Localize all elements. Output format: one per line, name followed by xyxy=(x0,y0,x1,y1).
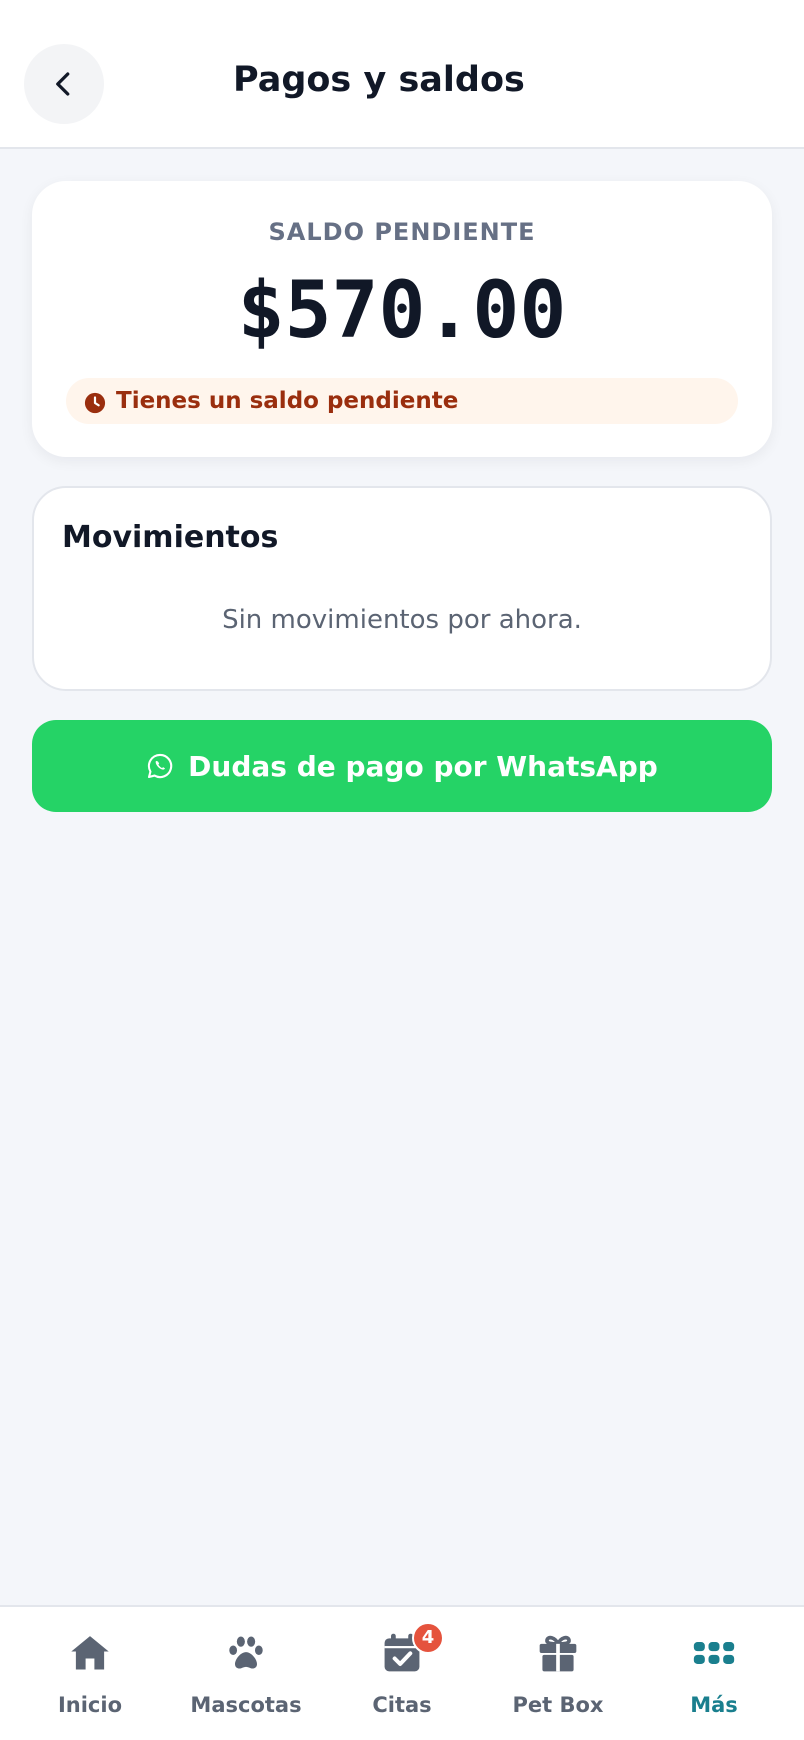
movements-empty-state: Sin movimientos por ahora. xyxy=(222,605,582,635)
movements-title: Movimientos xyxy=(62,520,279,555)
balance-card: SALDO PENDIENTE $570.00 Tienes un saldo … xyxy=(32,181,772,457)
back-button[interactable] xyxy=(24,44,104,124)
nav-label: Más xyxy=(690,1693,738,1717)
grid-icon xyxy=(693,1642,735,1664)
movements-card: Movimientos Sin movimientos por ahora. xyxy=(32,486,772,691)
nav-label: Mascotas xyxy=(190,1693,302,1717)
balance-label: SALDO PENDIENTE xyxy=(268,218,536,246)
chevron-left-icon xyxy=(56,72,70,96)
pending-notice-text: Tienes un saldo pendiente xyxy=(116,388,459,414)
whatsapp-icon xyxy=(148,753,173,779)
bottom-navigation: Inicio Mascotas 4 Citas Pet Box Más xyxy=(0,1605,804,1740)
app-header: Pagos y saldos xyxy=(0,0,804,149)
nav-item-inicio[interactable]: Inicio xyxy=(12,1607,168,1740)
notification-badge: 4 xyxy=(412,1622,444,1654)
nav-item-pet-box[interactable]: Pet Box xyxy=(480,1607,636,1740)
balance-amount: $570.00 xyxy=(237,266,567,356)
nav-label: Citas xyxy=(372,1693,432,1717)
whatsapp-button-label: Dudas de pago por WhatsApp xyxy=(188,749,658,783)
paw-icon xyxy=(229,1636,263,1669)
nav-item-mascotas[interactable]: Mascotas xyxy=(168,1607,324,1740)
nav-label: Inicio xyxy=(57,1693,123,1717)
clock-icon xyxy=(84,392,106,414)
nav-label: Pet Box xyxy=(512,1693,604,1717)
page-title: Pagos y saldos xyxy=(233,60,525,100)
home-icon xyxy=(71,1636,109,1670)
nav-item-mas[interactable]: Más xyxy=(636,1607,792,1740)
whatsapp-payment-button[interactable]: Dudas de pago por WhatsApp xyxy=(32,720,772,812)
gift-icon xyxy=(539,1635,577,1672)
nav-item-citas[interactable]: 4 Citas xyxy=(324,1607,480,1740)
